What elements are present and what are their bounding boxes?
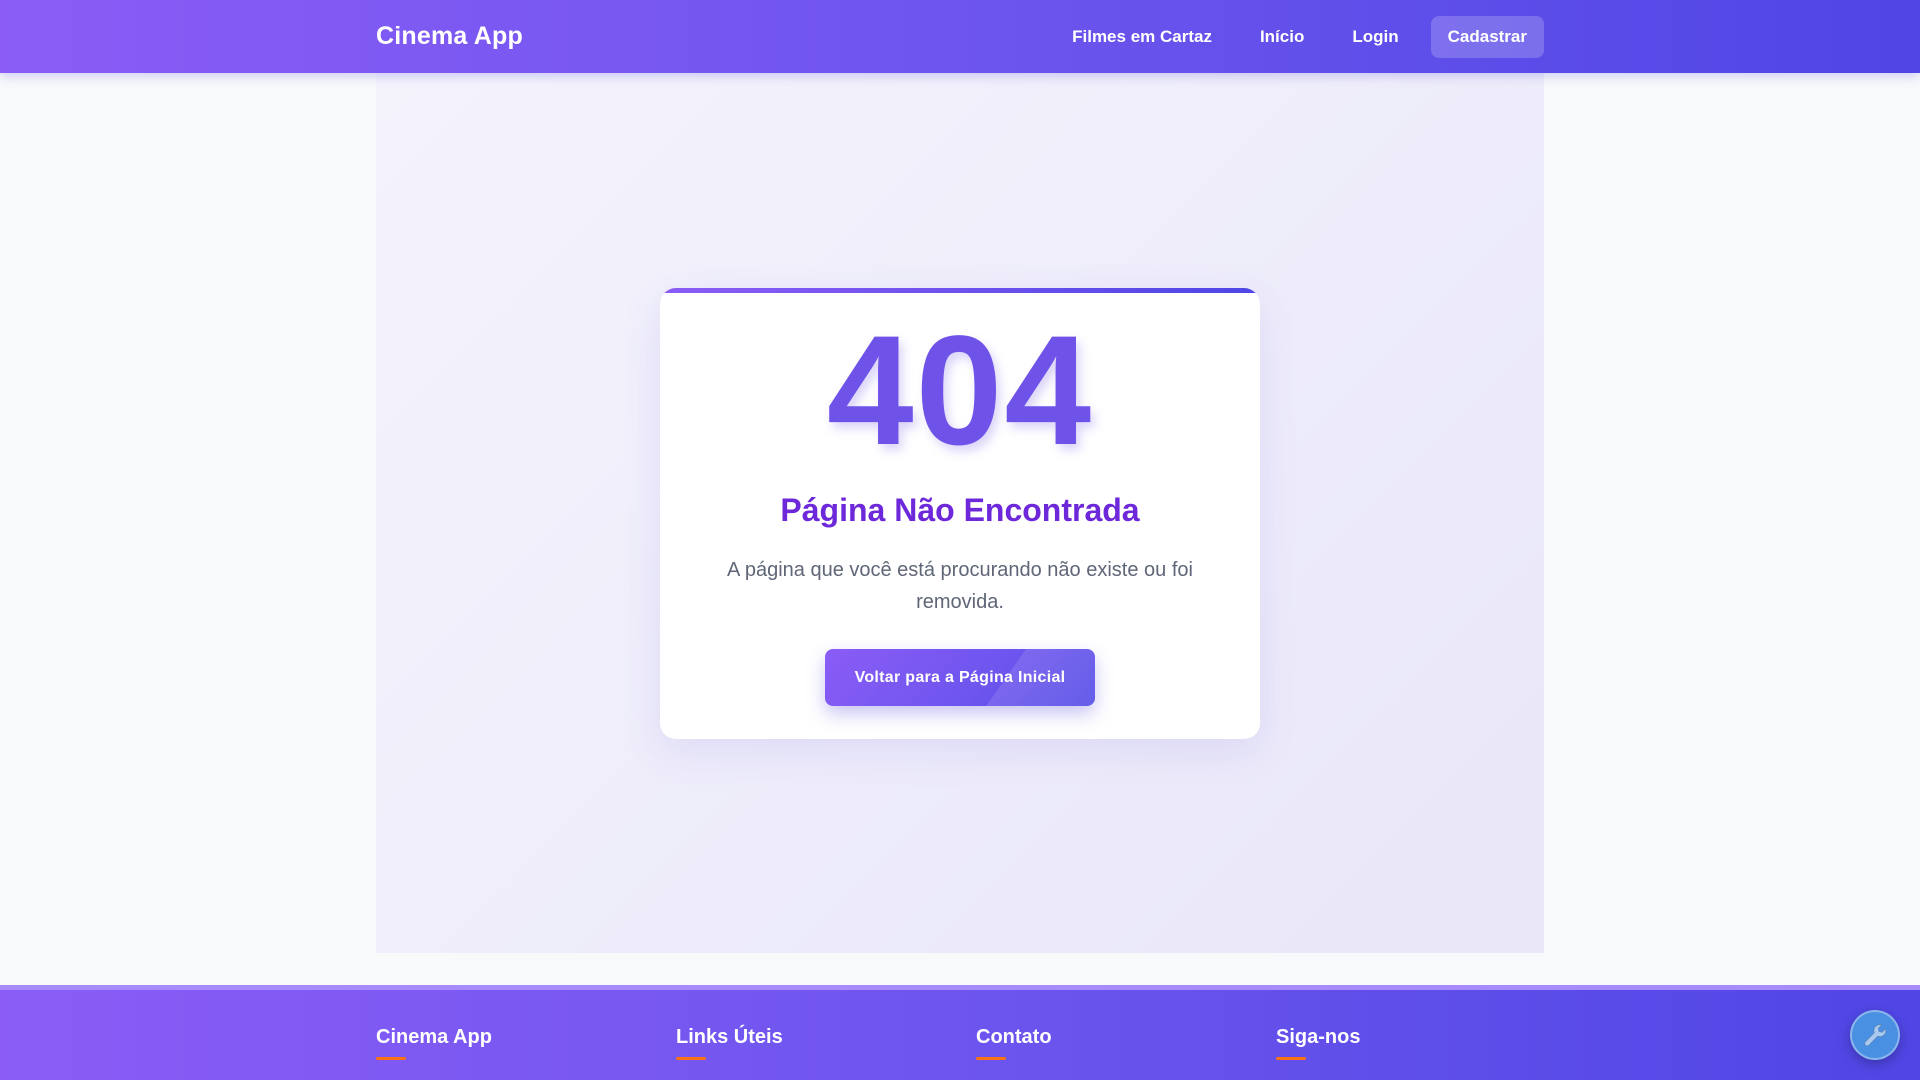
- wrench-icon: [1864, 1024, 1887, 1047]
- footer-heading-underline: [376, 1057, 406, 1060]
- nav-links: Filmes em Cartaz Início Login Cadastrar: [1048, 16, 1544, 58]
- footer-heading-underline: [1276, 1057, 1306, 1060]
- nav-link-cadastrar[interactable]: Cadastrar: [1430, 16, 1544, 58]
- error-title: Página Não Encontrada: [780, 492, 1140, 528]
- footer-col-contato: Contato: [976, 1026, 1052, 1060]
- footer-heading-underline: [676, 1057, 706, 1060]
- footer-heading-underline: [976, 1057, 1006, 1060]
- top-navbar: Cinema App Filmes em Cartaz Início Login…: [0, 0, 1920, 73]
- back-home-button[interactable]: Voltar para a Página Inicial: [825, 649, 1095, 706]
- nav-link-login[interactable]: Login: [1328, 16, 1422, 58]
- back-home-button-label: Voltar para a Página Inicial: [854, 668, 1066, 686]
- error-code: 404: [826, 304, 1094, 478]
- nav-link-inicio[interactable]: Início: [1236, 16, 1328, 58]
- nav-link-filmes-em-cartaz[interactable]: Filmes em Cartaz: [1048, 16, 1236, 58]
- footer-col-cinema-app: Cinema App: [376, 1026, 492, 1060]
- card-accent-bar: [660, 288, 1260, 293]
- footer: Cinema App Links Úteis Contato Siga-nos: [0, 985, 1920, 1080]
- settings-fab-button[interactable]: [1850, 1010, 1900, 1060]
- footer-heading: Siga-nos: [1276, 1026, 1361, 1048]
- footer-col-siga-nos: Siga-nos: [1276, 1026, 1360, 1060]
- error-message: A página que você está procurando não ex…: [727, 559, 1193, 613]
- footer-heading: Cinema App: [376, 1026, 492, 1048]
- footer-col-links-uteis: Links Úteis: [676, 1026, 783, 1060]
- footer-heading: Links Úteis: [676, 1026, 783, 1048]
- brand-logo[interactable]: Cinema App: [376, 22, 523, 51]
- footer-heading: Contato: [976, 1026, 1052, 1048]
